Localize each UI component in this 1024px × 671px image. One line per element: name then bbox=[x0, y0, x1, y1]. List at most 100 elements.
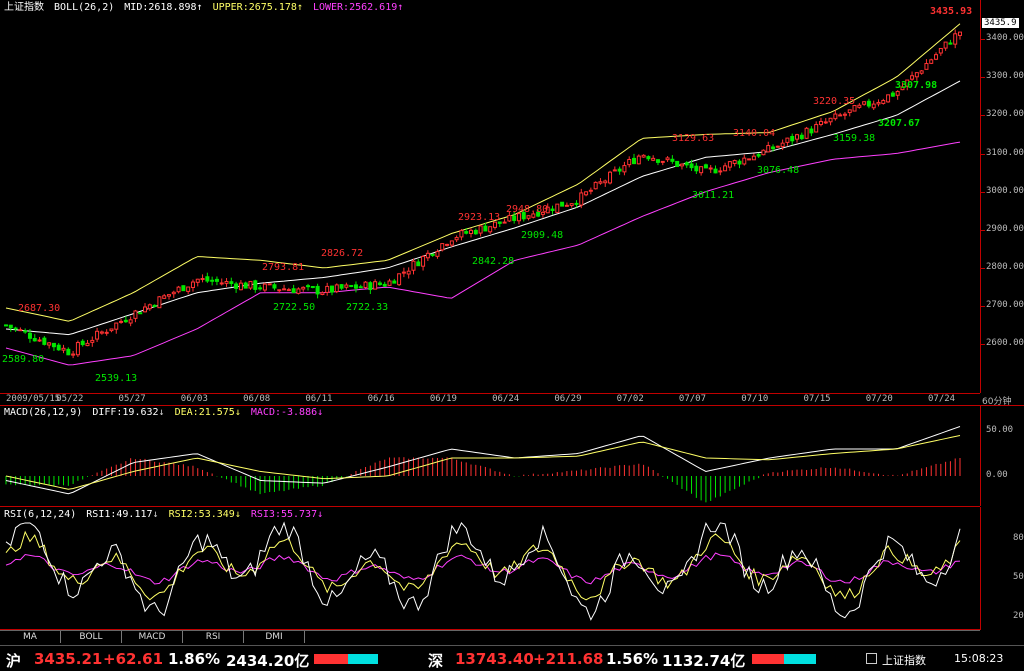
candle-body bbox=[377, 282, 382, 285]
candle-body bbox=[181, 285, 186, 292]
candle-body bbox=[329, 285, 334, 293]
tab-dmi[interactable]: DMI bbox=[244, 631, 305, 643]
sh-breadth-bar bbox=[314, 654, 378, 664]
price-label: 2826.72 bbox=[321, 248, 363, 259]
price-tick: 3000.00 bbox=[986, 185, 1024, 196]
candle-body bbox=[847, 109, 852, 114]
candle-body bbox=[143, 306, 148, 313]
candle-body bbox=[584, 191, 589, 196]
current-price-tag: 3435.9 bbox=[982, 18, 1019, 28]
date-tick: 07/24 bbox=[928, 394, 956, 404]
candle-body bbox=[622, 165, 627, 173]
candle-body bbox=[315, 285, 320, 295]
candle-body bbox=[632, 157, 637, 165]
candle-body bbox=[296, 288, 301, 294]
price-label: 3129.63 bbox=[672, 133, 714, 144]
candle-body bbox=[512, 215, 517, 221]
sz-price: 13743.40 bbox=[455, 650, 534, 668]
sh-price: 3435.21 bbox=[34, 650, 103, 668]
candle-body bbox=[334, 284, 339, 293]
price-label: 2722.50 bbox=[273, 302, 315, 313]
price-label: 2539.13 bbox=[95, 373, 137, 384]
price-label: 2687.30 bbox=[18, 303, 60, 314]
candle-body bbox=[200, 278, 205, 281]
candle-body bbox=[924, 63, 929, 70]
price-label: 3220.35 bbox=[813, 96, 855, 107]
candle-body bbox=[195, 278, 200, 283]
candle-body bbox=[109, 328, 114, 332]
candle-body bbox=[507, 215, 512, 222]
candle-body bbox=[886, 94, 891, 103]
candle-body bbox=[114, 322, 119, 330]
candle-body bbox=[301, 286, 306, 290]
candle-body bbox=[727, 161, 732, 168]
candle-body bbox=[85, 342, 90, 347]
candle-body bbox=[612, 169, 617, 172]
candle-body bbox=[8, 324, 13, 329]
candle-body bbox=[818, 120, 823, 126]
candle-body bbox=[32, 338, 37, 342]
candle-body bbox=[670, 158, 675, 162]
price-label: 2842.28 bbox=[472, 256, 514, 267]
candle-body bbox=[253, 280, 258, 290]
candle-body bbox=[406, 270, 411, 275]
candle-body bbox=[51, 342, 56, 348]
candle-body bbox=[339, 284, 344, 289]
rsi-tick: 50 bbox=[1013, 572, 1024, 583]
status-index-icon[interactable] bbox=[866, 653, 877, 664]
candle-body bbox=[703, 164, 708, 169]
price-tick: 2700.00 bbox=[986, 300, 1024, 311]
candle-body bbox=[449, 240, 454, 246]
candle-body bbox=[119, 320, 124, 323]
tab-boll[interactable]: BOLL bbox=[61, 631, 122, 643]
date-axis: 2009/05/15 05/22 05/27 06/03 06/08 06/11 06/16… bbox=[0, 393, 1024, 406]
candle-body bbox=[790, 135, 795, 142]
candle-body bbox=[4, 324, 8, 327]
candle-body bbox=[459, 230, 464, 238]
candle-body bbox=[862, 101, 867, 105]
tab-rsi[interactable]: RSI bbox=[183, 631, 244, 643]
candle-body bbox=[75, 342, 80, 356]
candle-body bbox=[286, 289, 291, 292]
candle-body bbox=[392, 280, 397, 284]
candle-body bbox=[699, 166, 704, 174]
candle-body bbox=[166, 294, 171, 297]
candle-body bbox=[919, 70, 924, 74]
boll-upper-line bbox=[5, 23, 961, 322]
candle-body bbox=[766, 145, 771, 153]
price-chart: 3435.93 3307.98 3207.67 3220.35 3159.38 3140.… bbox=[2, 6, 972, 384]
candle-body bbox=[219, 282, 224, 285]
candle-body bbox=[718, 170, 723, 173]
candle-body bbox=[857, 104, 862, 108]
date-tick: 06/16 bbox=[367, 394, 395, 404]
sz-amount: 1132.74亿 bbox=[662, 652, 746, 670]
candle-body bbox=[833, 113, 838, 120]
candle-body bbox=[310, 286, 315, 289]
candle-body bbox=[176, 286, 181, 293]
candle-body bbox=[574, 202, 579, 205]
rsi-axis: 80 50 20 bbox=[980, 507, 1024, 630]
candle-body bbox=[747, 158, 752, 161]
candle-body bbox=[914, 72, 919, 78]
candle-body bbox=[133, 310, 138, 319]
price-label: 2909.48 bbox=[521, 230, 563, 241]
candle-body bbox=[876, 101, 881, 105]
candle-body bbox=[104, 331, 109, 334]
price-label: 2589.80 bbox=[2, 354, 44, 365]
candle-body bbox=[550, 208, 555, 212]
candle-body bbox=[272, 284, 277, 289]
candle-body bbox=[929, 59, 934, 64]
date-tick: 06/11 bbox=[305, 394, 333, 404]
candle-body bbox=[694, 165, 699, 172]
tab-ma[interactable]: MA bbox=[0, 631, 61, 643]
tab-macd[interactable]: MACD bbox=[122, 631, 183, 643]
sh-amount: 2434.20亿 bbox=[226, 652, 310, 670]
status-index-name[interactable]: 上证指数 bbox=[882, 652, 926, 668]
candle-body bbox=[99, 331, 104, 334]
candle-body bbox=[325, 285, 330, 293]
candle-body bbox=[756, 153, 761, 157]
macd-axis: 50.00 0.00 bbox=[980, 406, 1024, 506]
candle-body bbox=[234, 283, 239, 289]
candle-body bbox=[152, 304, 157, 307]
sh-change: +62.61 bbox=[103, 650, 164, 668]
